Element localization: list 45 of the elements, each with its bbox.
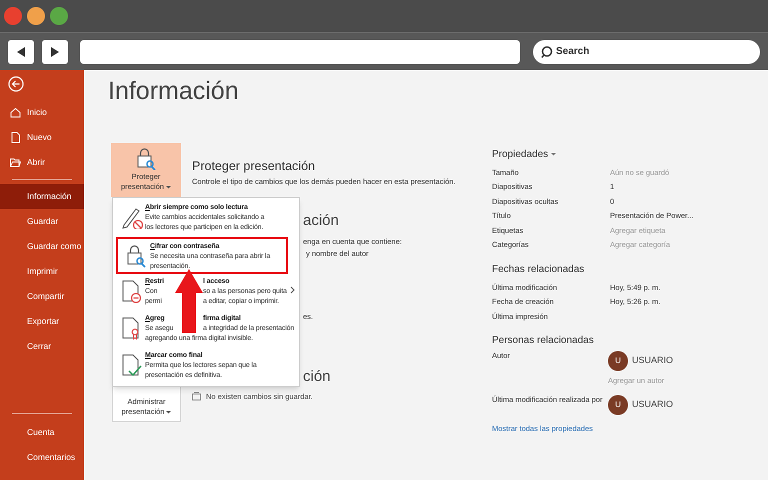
forward-arrow-icon (50, 46, 60, 56)
back-icon (8, 76, 24, 92)
nav-item[interactable]: Abrir (0, 150, 84, 175)
search-icon (541, 46, 553, 58)
search-field[interactable]: Search (533, 40, 760, 64)
nav-item[interactable]: Cuenta (0, 420, 84, 445)
panel-heading: Propiedades (492, 148, 548, 162)
nav-item[interactable]: Exportar (0, 309, 84, 334)
person-name: USUARIO (632, 354, 674, 367)
lock-key-icon (126, 245, 148, 268)
document-icon (121, 280, 143, 303)
back-button[interactable] (8, 40, 34, 64)
caret-icon (166, 410, 172, 414)
back-arrow-icon (16, 46, 26, 56)
caret-icon (166, 186, 171, 189)
section-heading: ción (303, 367, 331, 387)
caret-icon (551, 152, 556, 156)
address-field[interactable] (80, 40, 520, 64)
pencil-icon (121, 206, 143, 229)
section-heading: ación (303, 211, 339, 231)
nav-item[interactable]: Guardar como (0, 234, 84, 259)
document-icon (192, 392, 201, 401)
document-icon (10, 132, 21, 143)
minimize-button[interactable] (27, 7, 45, 25)
nav-item[interactable]: Inicio (0, 100, 84, 125)
lock-key-icon (136, 148, 156, 170)
document-check-icon (121, 354, 143, 377)
folder-icon (10, 157, 21, 168)
forward-button[interactable] (42, 40, 68, 64)
person-name: USUARIO (632, 398, 674, 411)
panel-heading: Fechas relacionadas (492, 263, 586, 277)
section-heading: Proteger presentación (192, 158, 315, 175)
panel-heading: Personas relacionadas (492, 334, 595, 348)
avatar: U (608, 350, 628, 370)
home-icon (10, 107, 21, 118)
avatar: U (608, 394, 628, 415)
nav-item[interactable]: Guardar (0, 209, 84, 234)
nav-item[interactable]: Nuevo (0, 125, 84, 150)
nav-item[interactable]: Compartir (0, 284, 84, 309)
nav-item[interactable]: Comentarios (0, 445, 84, 470)
maximize-button[interactable] (50, 7, 68, 25)
nav-item[interactable]: Información (0, 184, 84, 209)
nav-item[interactable]: Imprimir (0, 259, 84, 284)
nav-item[interactable]: Cerrar (0, 334, 84, 359)
page-title: Información (108, 76, 239, 106)
